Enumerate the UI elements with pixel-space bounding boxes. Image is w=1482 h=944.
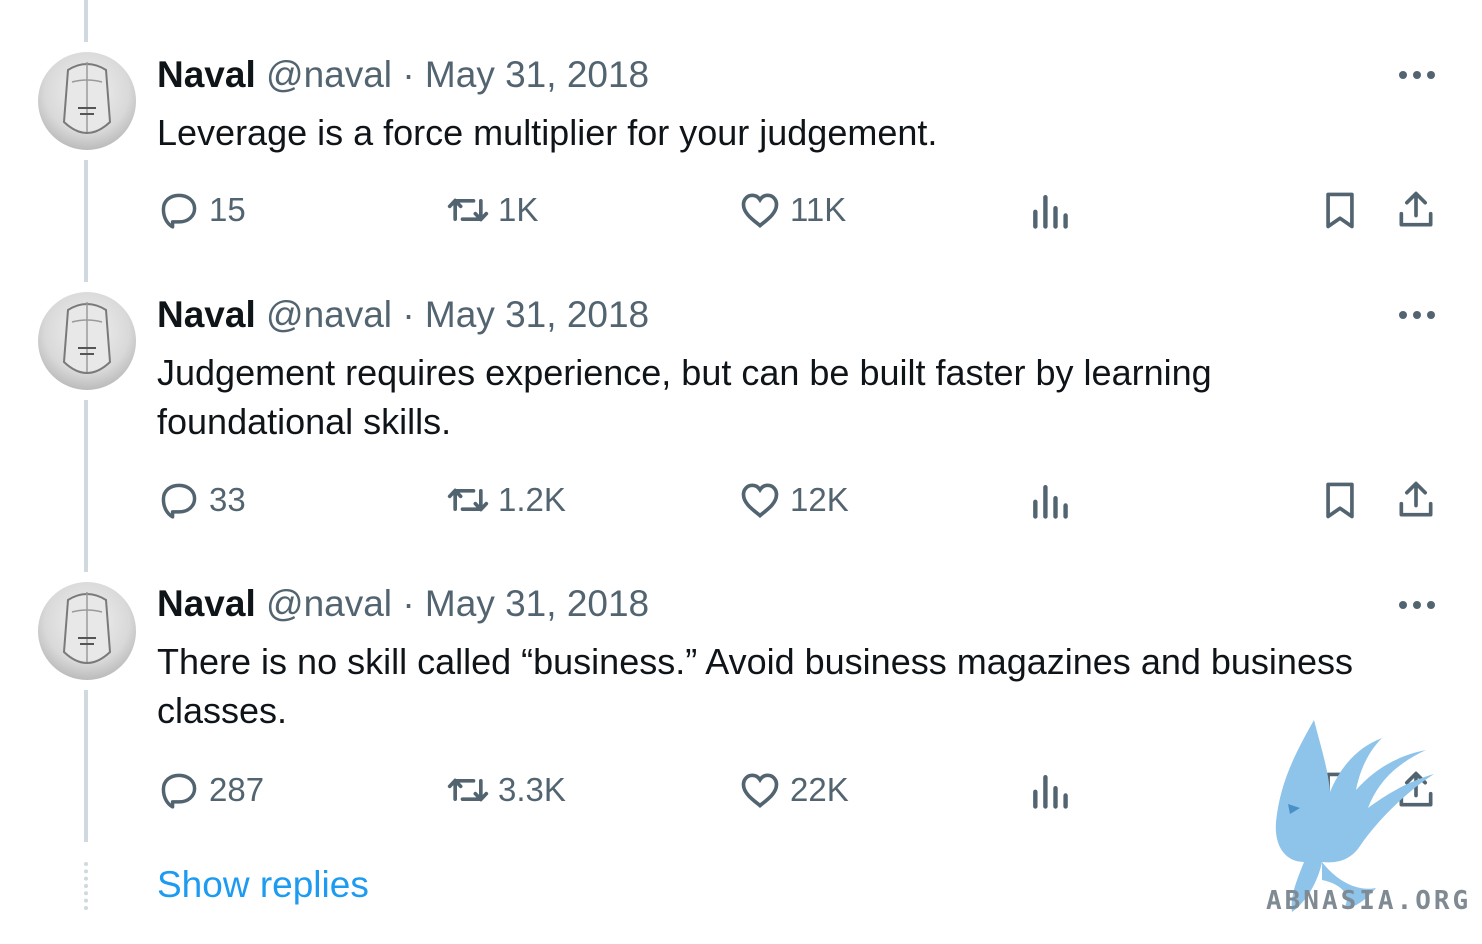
avatar[interactable] — [38, 582, 136, 680]
author-handle[interactable]: @naval — [266, 583, 392, 624]
watermark-text: ABNASIA.ORG — [1266, 886, 1472, 916]
repost-button[interactable]: 3.3K — [446, 768, 566, 812]
reply-icon — [161, 773, 197, 809]
views-button[interactable] — [1028, 768, 1072, 812]
more-button[interactable] — [1396, 595, 1438, 615]
views-icon — [1033, 774, 1068, 809]
tweet-header: Naval @naval · May 31, 2018 — [157, 582, 649, 626]
thread-dots — [84, 862, 92, 910]
reply-count: 287 — [209, 771, 265, 808]
like-button[interactable]: 22K — [738, 768, 849, 812]
like-count: 22K — [790, 771, 849, 808]
reply-button[interactable]: 287 — [157, 768, 264, 812]
show-replies-link[interactable]: Show replies — [157, 862, 369, 908]
more-icon — [1399, 601, 1435, 609]
tweet-date[interactable]: May 31, 2018 — [425, 583, 649, 624]
tweet-text: There is no skill called “business.” Avo… — [157, 641, 1353, 731]
like-icon — [741, 773, 779, 808]
repost-icon — [447, 778, 489, 802]
avatar-face-icon — [62, 592, 112, 664]
separator-dot: · — [402, 583, 415, 624]
author-name[interactable]: Naval — [157, 583, 256, 624]
repost-count: 3.3K — [498, 771, 566, 808]
